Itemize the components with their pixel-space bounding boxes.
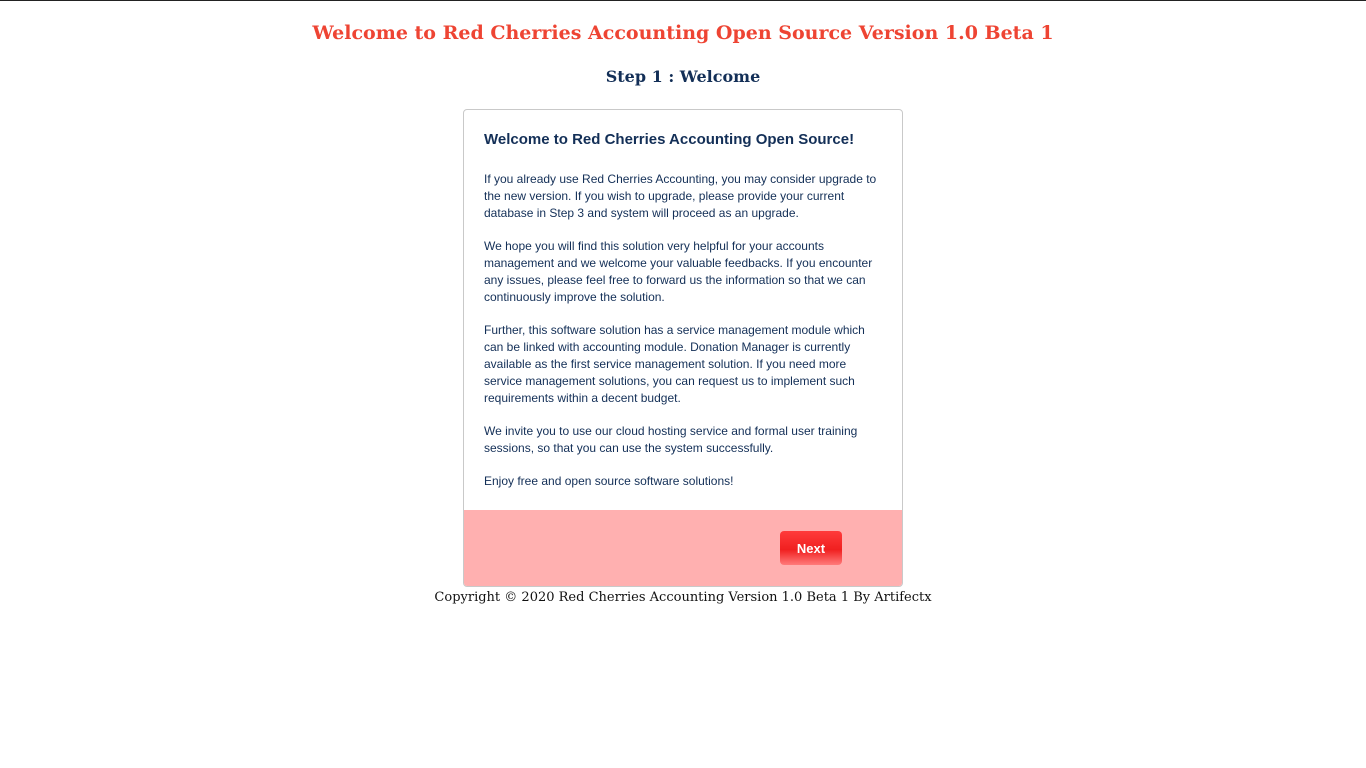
welcome-card-body: Welcome to Red Cherries Accounting Open …	[464, 110, 902, 490]
step-title: Step 1 : Welcome	[605, 67, 761, 86]
copyright-text: Copyright © 2020 Red Cherries Accounting…	[434, 590, 932, 605]
welcome-card: Welcome to Red Cherries Accounting Open …	[463, 109, 903, 587]
intro-paragraph-enjoy: Enjoy free and open source software solu…	[484, 474, 734, 488]
next-button[interactable]: Next	[780, 531, 842, 565]
page-title: Welcome to Red Cherries Accounting Open …	[312, 22, 1054, 44]
card-footer: Next	[464, 510, 902, 586]
intro-paragraph-feedback: We hope you will find this solution very…	[484, 239, 873, 304]
intro-paragraph-upgrade: If you already use Red Cherries Accounti…	[484, 172, 877, 220]
card-heading: Welcome to Red Cherries Accounting Open …	[484, 131, 855, 148]
intro-paragraph-cloud-hosting: We invite you to use our cloud hosting s…	[484, 424, 858, 455]
intro-paragraph-service-module: Further, this software solution has a se…	[484, 323, 865, 405]
